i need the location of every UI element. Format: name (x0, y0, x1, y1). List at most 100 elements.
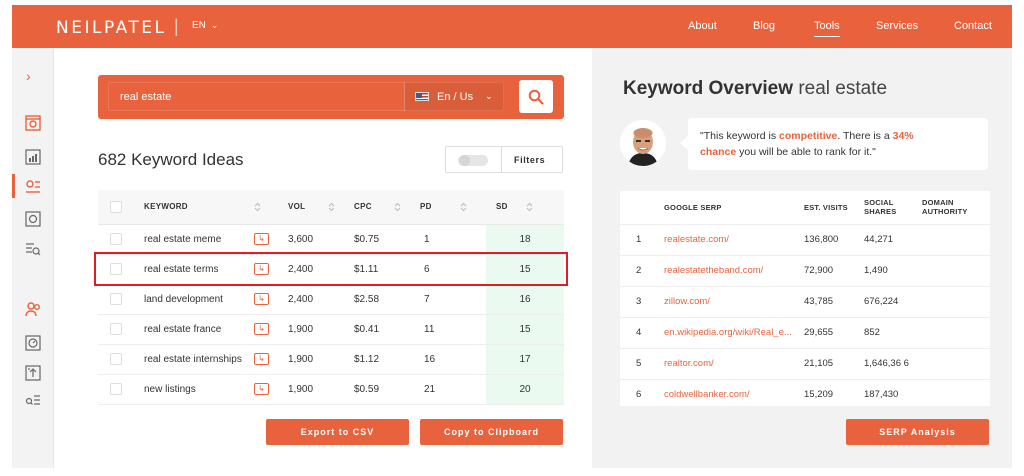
serp-rank: 2 (620, 255, 664, 287)
language-label: EN (192, 20, 206, 31)
table-row[interactable]: land development ↳ 2,400 $2.58 7 16 (98, 284, 564, 315)
serp-url-link[interactable]: coldwellbanker.com/ (664, 379, 804, 406)
header-sd[interactable]: SD (486, 190, 526, 225)
serp-url-link[interactable]: realestatetheband.com/ (664, 255, 804, 287)
serp-shares: 1,490 (864, 255, 922, 287)
nav-contact[interactable]: Contact (954, 20, 992, 32)
sort-icon[interactable] (526, 190, 564, 225)
backlinks-icon[interactable] (24, 210, 42, 228)
nav-services[interactable]: Services (876, 20, 918, 32)
row-checkbox[interactable] (110, 323, 122, 335)
serp-visits: 43,785 (804, 286, 864, 318)
search-icon (528, 89, 544, 105)
nav-tools[interactable]: Tools (814, 20, 840, 37)
spacer-cell (460, 284, 486, 315)
open-keyword-icon[interactable]: ↳ (254, 263, 269, 275)
keyword-cell[interactable]: real estate terms (134, 254, 254, 285)
sort-icon[interactable] (254, 190, 288, 225)
serp-row: 1 realestate.com/136,800 44,271 (620, 224, 990, 256)
row-checkbox-cell (98, 284, 134, 315)
serp-table-container[interactable]: GOOGLE SERP EST. VISITS SOCIAL SHARES DO… (620, 191, 990, 406)
serp-shares: 44,271 (864, 224, 922, 256)
keyword-ideas-count: 682 Keyword Ideas (98, 150, 244, 169)
keyword-cell[interactable]: real estate meme (134, 224, 254, 255)
open-keyword-icon[interactable]: ↳ (254, 353, 269, 365)
keyword-cell[interactable]: real estate internships (134, 344, 254, 375)
serp-rank: 6 (620, 379, 664, 406)
serp-url-link[interactable]: realtor.com/ (664, 348, 804, 380)
keyword-cell[interactable]: real estate france (134, 314, 254, 345)
header-pd[interactable]: PD (420, 190, 460, 225)
search-list-icon[interactable] (24, 392, 42, 410)
rank-tracker-icon[interactable] (24, 334, 42, 352)
table-row[interactable]: real estate meme ↳ 3,600 $0.75 1 18 (98, 224, 564, 255)
spacer-cell (460, 254, 486, 285)
neilpatel-logo[interactable]: NEILPATEL (56, 18, 167, 38)
row-checkbox[interactable] (110, 263, 122, 275)
sort-icon[interactable] (328, 190, 354, 225)
keyword-cell[interactable]: new listings (134, 374, 254, 405)
chevron-right-icon[interactable]: › (26, 68, 31, 84)
serp-url-link[interactable]: realestate.com/ (664, 224, 804, 256)
cpc-cell: $0.75 (354, 224, 394, 255)
copy-clipboard-button[interactable]: Copy to Clipboard (420, 419, 563, 445)
keyword-cell[interactable]: land development (134, 284, 254, 315)
keyword-report-icon[interactable] (24, 114, 42, 132)
row-checkbox[interactable] (110, 383, 122, 395)
header-vol[interactable]: VOL (288, 190, 328, 225)
serp-domain-authority (922, 286, 990, 318)
table-row[interactable]: real estate france ↳ 1,900 $0.41 11 15 (98, 314, 564, 345)
serp-row: 3 zillow.com/43,785 676,224 (620, 286, 990, 318)
serp-url-link[interactable]: zillow.com/ (664, 286, 804, 318)
serp-table: GOOGLE SERP EST. VISITS SOCIAL SHARES DO… (620, 191, 990, 406)
overview-title-keyword: real estate (798, 78, 888, 99)
select-all-checkbox[interactable] (110, 200, 122, 213)
serp-visits: 136,800 (804, 224, 864, 256)
locale-selector[interactable]: En / Us ⌄ (404, 82, 504, 111)
header-keyword[interactable]: KEYWORD (134, 190, 254, 225)
header-cpc[interactable]: CPC (354, 190, 394, 225)
row-checkbox[interactable] (110, 293, 122, 305)
open-keyword-icon[interactable]: ↳ (254, 293, 269, 305)
content-ideas-icon[interactable] (24, 240, 42, 258)
sd-cell: 17 (486, 344, 564, 375)
nav-blog[interactable]: Blog (753, 20, 775, 32)
spacer-cell (460, 344, 486, 375)
export-csv-button[interactable]: Export to CSV (266, 419, 409, 445)
filters-toggle[interactable] (458, 155, 488, 166)
table-row[interactable]: real estate terms ↳ 2,400 $1.11 6 15 (98, 254, 564, 285)
site-audit-icon[interactable] (24, 148, 42, 166)
open-keyword-icon[interactable]: ↳ (254, 233, 269, 245)
table-row[interactable]: real estate internships ↳ 1,900 $1.12 16 17 (98, 344, 564, 375)
row-checkbox[interactable] (110, 233, 122, 245)
open-keyword-cell: ↳ (254, 314, 288, 345)
row-checkbox-cell (98, 344, 134, 375)
vol-cell: 2,400 (288, 254, 328, 285)
sd-cell: 18 (486, 224, 564, 255)
serp-shares: 852 (864, 317, 922, 349)
language-selector[interactable]: EN ⌄ (192, 20, 218, 31)
upload-icon[interactable] (24, 364, 42, 382)
serp-header-row: GOOGLE SERP EST. VISITS SOCIAL SHARES DO… (620, 191, 990, 225)
row-checkbox[interactable] (110, 353, 122, 365)
sd-cell: 15 (486, 314, 564, 345)
header-est-visits: EST. VISITS (804, 191, 864, 225)
open-keyword-icon[interactable]: ↳ (254, 323, 269, 335)
locale-label: En / Us (437, 90, 474, 103)
pd-cell: 7 (420, 284, 460, 315)
serp-analysis-button[interactable]: SERP Analysis (846, 419, 989, 445)
open-keyword-icon[interactable]: ↳ (254, 383, 269, 395)
user-group-icon[interactable] (24, 300, 42, 318)
filters-button[interactable]: Filters (514, 155, 545, 165)
keyword-ideas-icon[interactable] (24, 178, 42, 196)
row-checkbox-cell (98, 224, 134, 255)
row-checkbox-cell (98, 254, 134, 285)
sort-icon[interactable] (394, 190, 420, 225)
serp-url-link[interactable]: en.wikipedia.org/wiki/Real_e... (664, 317, 804, 349)
pd-cell: 11 (420, 314, 460, 345)
search-button[interactable] (519, 80, 553, 113)
nav-about[interactable]: About (688, 20, 717, 32)
table-row[interactable]: new listings ↳ 1,900 $0.59 21 20 (98, 374, 564, 405)
sort-icon[interactable] (460, 190, 486, 225)
cpc-cell: $2.58 (354, 284, 394, 315)
